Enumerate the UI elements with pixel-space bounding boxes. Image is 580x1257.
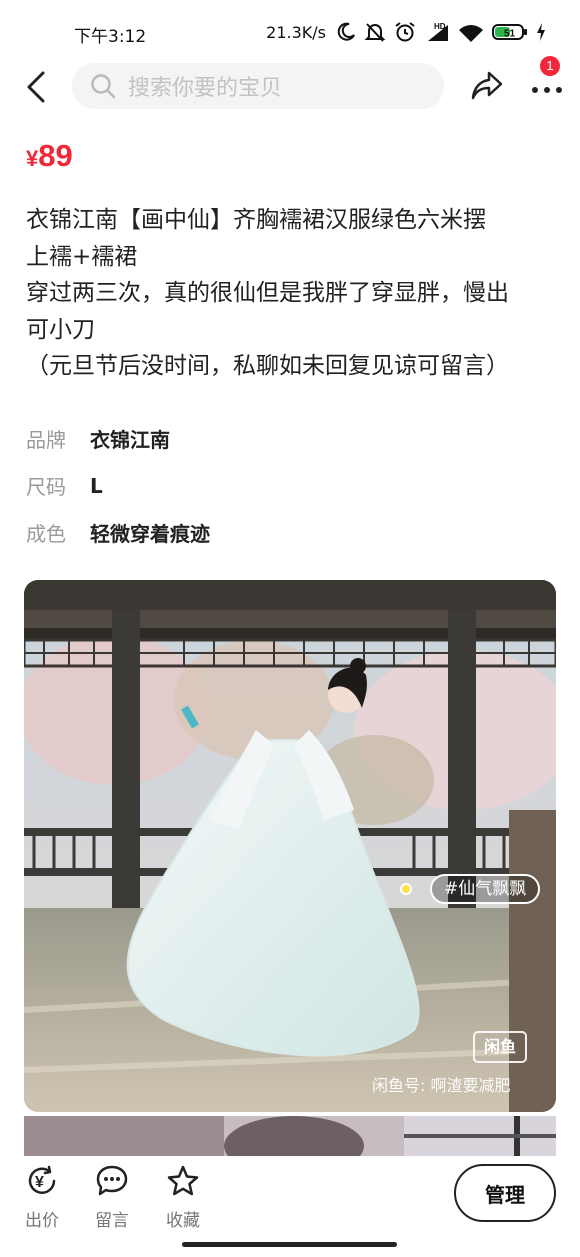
hd-signal-icon: HD	[428, 22, 448, 41]
status-time: 下午3:12	[74, 27, 147, 47]
attribute-brand: 品牌 衣锦江南	[26, 424, 170, 453]
comment-label: 留言	[95, 1211, 129, 1231]
share-button[interactable]	[470, 70, 506, 104]
attribute-label: 成色	[26, 522, 66, 546]
search-placeholder: 搜索你要的宝贝	[128, 76, 283, 101]
notification-badge: 1	[540, 56, 560, 76]
star-icon	[167, 1165, 199, 1196]
home-indicator[interactable]	[182, 1242, 397, 1247]
tag-dot-icon	[400, 883, 412, 895]
attribute-value: L	[90, 473, 103, 498]
moon-icon	[337, 22, 355, 41]
comment-button[interactable]: 留言	[82, 1164, 142, 1231]
status-icons: 21.3K/s HD 51	[266, 20, 546, 44]
description-line: （元旦节后没时间，私聊如未回复见谅可留言）	[26, 353, 509, 379]
attribute-size: 尺码 L	[26, 471, 103, 500]
description-line: 可小刀	[26, 316, 95, 343]
svg-text:¥: ¥	[35, 1174, 44, 1191]
item-price: ¥89	[26, 138, 73, 174]
description-line: 衣锦江南【画中仙】齐胸襦裙汉服绿色六米摆	[26, 207, 486, 233]
watermark-logo: 闲鱼	[473, 1031, 527, 1063]
photo-tag[interactable]: #仙气飘飘	[400, 873, 541, 905]
back-icon	[27, 71, 45, 103]
favorite-button[interactable]: 收藏	[153, 1164, 213, 1231]
wifi-icon	[459, 25, 483, 42]
search-icon	[91, 74, 116, 99]
charging-icon	[537, 23, 545, 41]
attribute-condition: 成色 轻微穿着痕迹	[26, 518, 210, 547]
more-button[interactable]	[532, 72, 568, 106]
manage-button[interactable]: 管理	[454, 1164, 556, 1222]
tag-label: #仙气飘飘	[430, 874, 541, 904]
bid-label: 出价	[25, 1211, 59, 1231]
alarm-icon	[395, 22, 415, 42]
product-photo-2[interactable]	[24, 1116, 556, 1156]
battery-icon: 51	[492, 24, 527, 40]
share-icon	[471, 71, 503, 100]
attribute-value: 衣锦江南	[90, 428, 170, 452]
favorite-label: 收藏	[166, 1211, 200, 1231]
attribute-value: 轻微穿着痕迹	[90, 522, 210, 546]
watermark-text: 闲鱼号: 啊渣要减肥	[372, 1076, 511, 1095]
search-input[interactable]: 搜索你要的宝贝	[72, 63, 444, 109]
product-photo[interactable]: #仙气飘飘 闲鱼 闲鱼号: 啊渣要减肥	[24, 580, 556, 1112]
bid-button[interactable]: ¥ 出价	[12, 1164, 72, 1231]
status-bar: 下午3:12 21.3K/s HD 51	[0, 0, 580, 62]
yuan-price-icon: ¥	[28, 1165, 56, 1194]
more-icon	[532, 87, 562, 93]
photo-illustration	[24, 1116, 556, 1156]
price-value: 89	[38, 138, 73, 173]
description-line: 上襦+襦裙	[26, 243, 138, 270]
description-line: 穿过两三次，真的很仙但是我胖了穿显胖，慢出	[26, 280, 509, 306]
top-bar: 搜索你要的宝贝	[0, 62, 580, 112]
price-currency: ¥	[26, 146, 39, 171]
mute-bell-icon	[364, 23, 386, 42]
attribute-label: 尺码	[26, 475, 66, 499]
network-speed: 21.3K/s	[266, 22, 326, 42]
item-description: 衣锦江南【画中仙】齐胸襦裙汉服绿色六米摆 上襦+襦裙 穿过两三次，真的很仙但是我…	[26, 202, 556, 385]
back-button[interactable]	[20, 70, 52, 104]
comment-icon	[96, 1165, 128, 1196]
attribute-label: 品牌	[26, 428, 66, 452]
battery-level: 51	[504, 29, 516, 40]
